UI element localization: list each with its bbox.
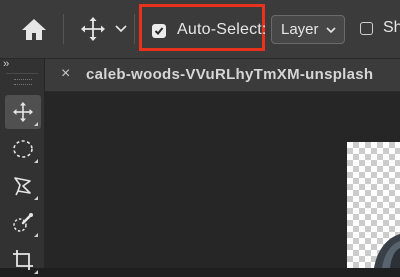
polygonal-lasso-icon: [14, 177, 31, 196]
chevron-down-icon[interactable]: [114, 22, 128, 36]
auto-select-checkbox[interactable]: [152, 24, 166, 38]
close-tab-icon[interactable]: ×: [61, 65, 70, 83]
collapse-panel-icon[interactable]: ››: [3, 58, 9, 70]
document-tab-title[interactable]: caleb-woods-VVuRLhyTmXM-unsplash: [86, 66, 373, 83]
panel-grip[interactable]: [14, 79, 32, 85]
tools-panel: ››: [0, 58, 45, 274]
image-content: [374, 234, 400, 268]
home-icon[interactable]: [18, 14, 50, 44]
elliptical-marquee-tool-button[interactable]: [5, 132, 41, 166]
tool-flyout-indicator: [34, 122, 38, 126]
move-tool-icon: [13, 102, 33, 122]
chevron-down-icon: [326, 27, 336, 34]
move-tool-button[interactable]: [5, 95, 41, 129]
elliptical-marquee-icon: [13, 140, 33, 158]
auto-select-label: Auto-Select:: [177, 21, 267, 38]
canvas-area[interactable]: [45, 92, 400, 268]
separator: [6, 73, 38, 74]
document-tab-bar: × caleb-woods-VVuRLhyTmXM-unsplash: [45, 59, 400, 92]
auto-select-target-dropdown[interactable]: Layer: [271, 15, 345, 44]
move-tool-icon[interactable]: [78, 14, 108, 44]
tool-flyout-indicator: [34, 159, 38, 163]
quick-selection-icon: [13, 213, 33, 232]
quick-selection-tool-button[interactable]: [5, 206, 41, 240]
show-transform-controls-label: Sh: [383, 19, 400, 36]
tool-flyout-indicator: [34, 196, 38, 200]
tool-flyout-indicator: [34, 270, 38, 274]
lasso-tool-button[interactable]: [5, 169, 41, 203]
options-bar: Auto-Select: Layer Sh: [0, 0, 400, 59]
separator: [134, 14, 135, 44]
crop-tool-button[interactable]: [5, 243, 41, 277]
dropdown-value: Layer: [281, 21, 319, 38]
crop-icon: [13, 250, 33, 270]
tool-flyout-indicator: [34, 233, 38, 237]
document-canvas[interactable]: [347, 142, 400, 268]
separator: [63, 14, 64, 44]
auto-select-highlight: Auto-Select:: [139, 4, 267, 51]
show-transform-controls-checkbox[interactable]: [360, 22, 373, 35]
